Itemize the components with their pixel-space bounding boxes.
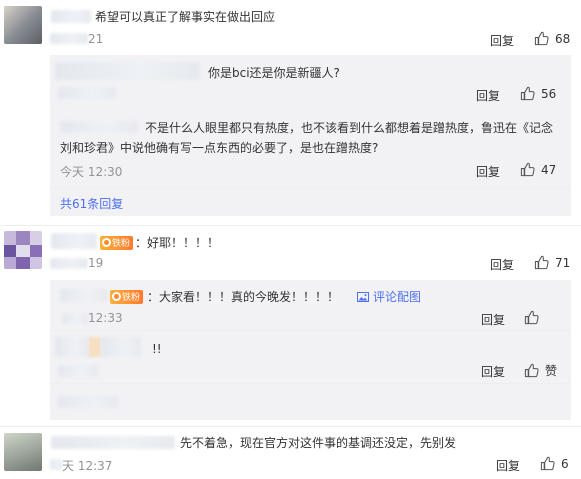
thumbs-up-icon bbox=[534, 31, 549, 46]
reply-button[interactable]: 回复 bbox=[476, 87, 500, 104]
reply-time: 12:33 bbox=[88, 311, 123, 325]
avatar[interactable] bbox=[4, 6, 42, 44]
reply-button[interactable]: 回复 bbox=[490, 256, 514, 273]
reply-text: !! bbox=[152, 342, 162, 356]
comment-text: 先不着急，现在官方对这件事的基调还没定，先别发 bbox=[180, 436, 457, 450]
badge-label: 铁粉 bbox=[122, 293, 141, 303]
like-button[interactable]: 56 bbox=[520, 86, 556, 101]
like-button[interactable]: 赞 bbox=[524, 362, 557, 379]
time-blurred bbox=[50, 33, 88, 44]
reply-button[interactable]: 回复 bbox=[481, 311, 505, 328]
comment-line: 铁粉 ：好耶！！！！ bbox=[100, 234, 219, 251]
image-link-label: 评论配图 bbox=[373, 290, 422, 304]
time-blurred bbox=[50, 459, 62, 470]
crown-icon bbox=[112, 292, 121, 301]
username-blurred[interactable] bbox=[51, 436, 175, 449]
divider bbox=[50, 330, 571, 331]
like-button[interactable]: 68 bbox=[534, 31, 570, 46]
comment-text: ：好耶！！！！ bbox=[135, 236, 220, 250]
divider bbox=[50, 188, 571, 189]
username-blurred[interactable] bbox=[55, 62, 200, 80]
thumbs-up-icon bbox=[524, 310, 539, 325]
reply-button[interactable]: 回复 bbox=[490, 32, 514, 49]
like-button[interactable]: 6 bbox=[540, 456, 569, 471]
like-count: 47 bbox=[541, 162, 557, 177]
time-blurred bbox=[58, 87, 116, 99]
username-blurred[interactable] bbox=[51, 233, 97, 249]
comment-text: 希望可以真正了解事实在做出回应 bbox=[95, 10, 276, 24]
time-blurred bbox=[62, 313, 88, 324]
more-replies-link[interactable]: 共61条回复 bbox=[60, 195, 123, 212]
reply-button[interactable]: 回复 bbox=[476, 163, 500, 180]
fan-badge: 铁粉 bbox=[110, 289, 144, 304]
divider bbox=[50, 383, 571, 384]
image-icon bbox=[357, 291, 370, 302]
more-replies-blurred[interactable] bbox=[58, 396, 118, 408]
username-blurred[interactable] bbox=[60, 121, 138, 133]
comment-time: 天 12:37 bbox=[62, 459, 113, 473]
reply-text-line2: 刘和珍君》中说他确有写一点东西的必要了，是也在蹭热度? bbox=[60, 141, 379, 155]
reply-button[interactable]: 回复 bbox=[496, 457, 520, 474]
thumbs-up-icon bbox=[520, 162, 535, 177]
reply-button[interactable]: 回复 bbox=[481, 363, 505, 380]
like-button[interactable] bbox=[524, 310, 545, 325]
like-count: 6 bbox=[561, 456, 569, 471]
avatar[interactable] bbox=[4, 231, 42, 269]
like-count: 71 bbox=[555, 255, 571, 270]
like-label: 赞 bbox=[545, 364, 558, 378]
reply-line: 铁粉 ：大家看！！！真的今晚发！！！！ 评论配图 bbox=[110, 288, 421, 305]
time-blurred bbox=[50, 258, 88, 269]
like-count: 68 bbox=[555, 31, 571, 46]
comment-time: 19 bbox=[88, 256, 104, 270]
username-blurred[interactable] bbox=[55, 337, 145, 359]
username-blurred[interactable] bbox=[60, 289, 108, 302]
thumbs-up-icon bbox=[524, 363, 539, 378]
thumbs-up-icon bbox=[520, 86, 535, 101]
reply-text: 你是bci还是你是新疆人? bbox=[208, 66, 340, 80]
thumbs-up-icon bbox=[540, 456, 555, 471]
like-count: 56 bbox=[541, 86, 557, 101]
time-blurred bbox=[58, 365, 98, 377]
reply-text-line1: 不是什么人眼里都只有热度，也不该看到什么都想着是蹭热度，鲁迅在《记念 bbox=[145, 121, 554, 135]
like-button[interactable]: 47 bbox=[520, 162, 556, 177]
username-blurred[interactable] bbox=[51, 10, 91, 23]
crown-icon bbox=[102, 238, 111, 247]
comment-time: 21 bbox=[88, 32, 104, 46]
reply-time: 今天 12:30 bbox=[60, 165, 123, 179]
thumbs-up-icon bbox=[534, 255, 549, 270]
divider bbox=[0, 426, 581, 427]
reply-text: ：大家看！！！真的今晚发！！！！ bbox=[147, 290, 340, 304]
like-button[interactable]: 71 bbox=[534, 255, 570, 270]
badge-label: 铁粉 bbox=[112, 239, 131, 249]
avatar[interactable] bbox=[4, 433, 42, 471]
divider bbox=[0, 225, 581, 226]
comment-image-link[interactable]: 评论配图 bbox=[357, 288, 421, 305]
fan-badge: 铁粉 bbox=[100, 235, 134, 250]
